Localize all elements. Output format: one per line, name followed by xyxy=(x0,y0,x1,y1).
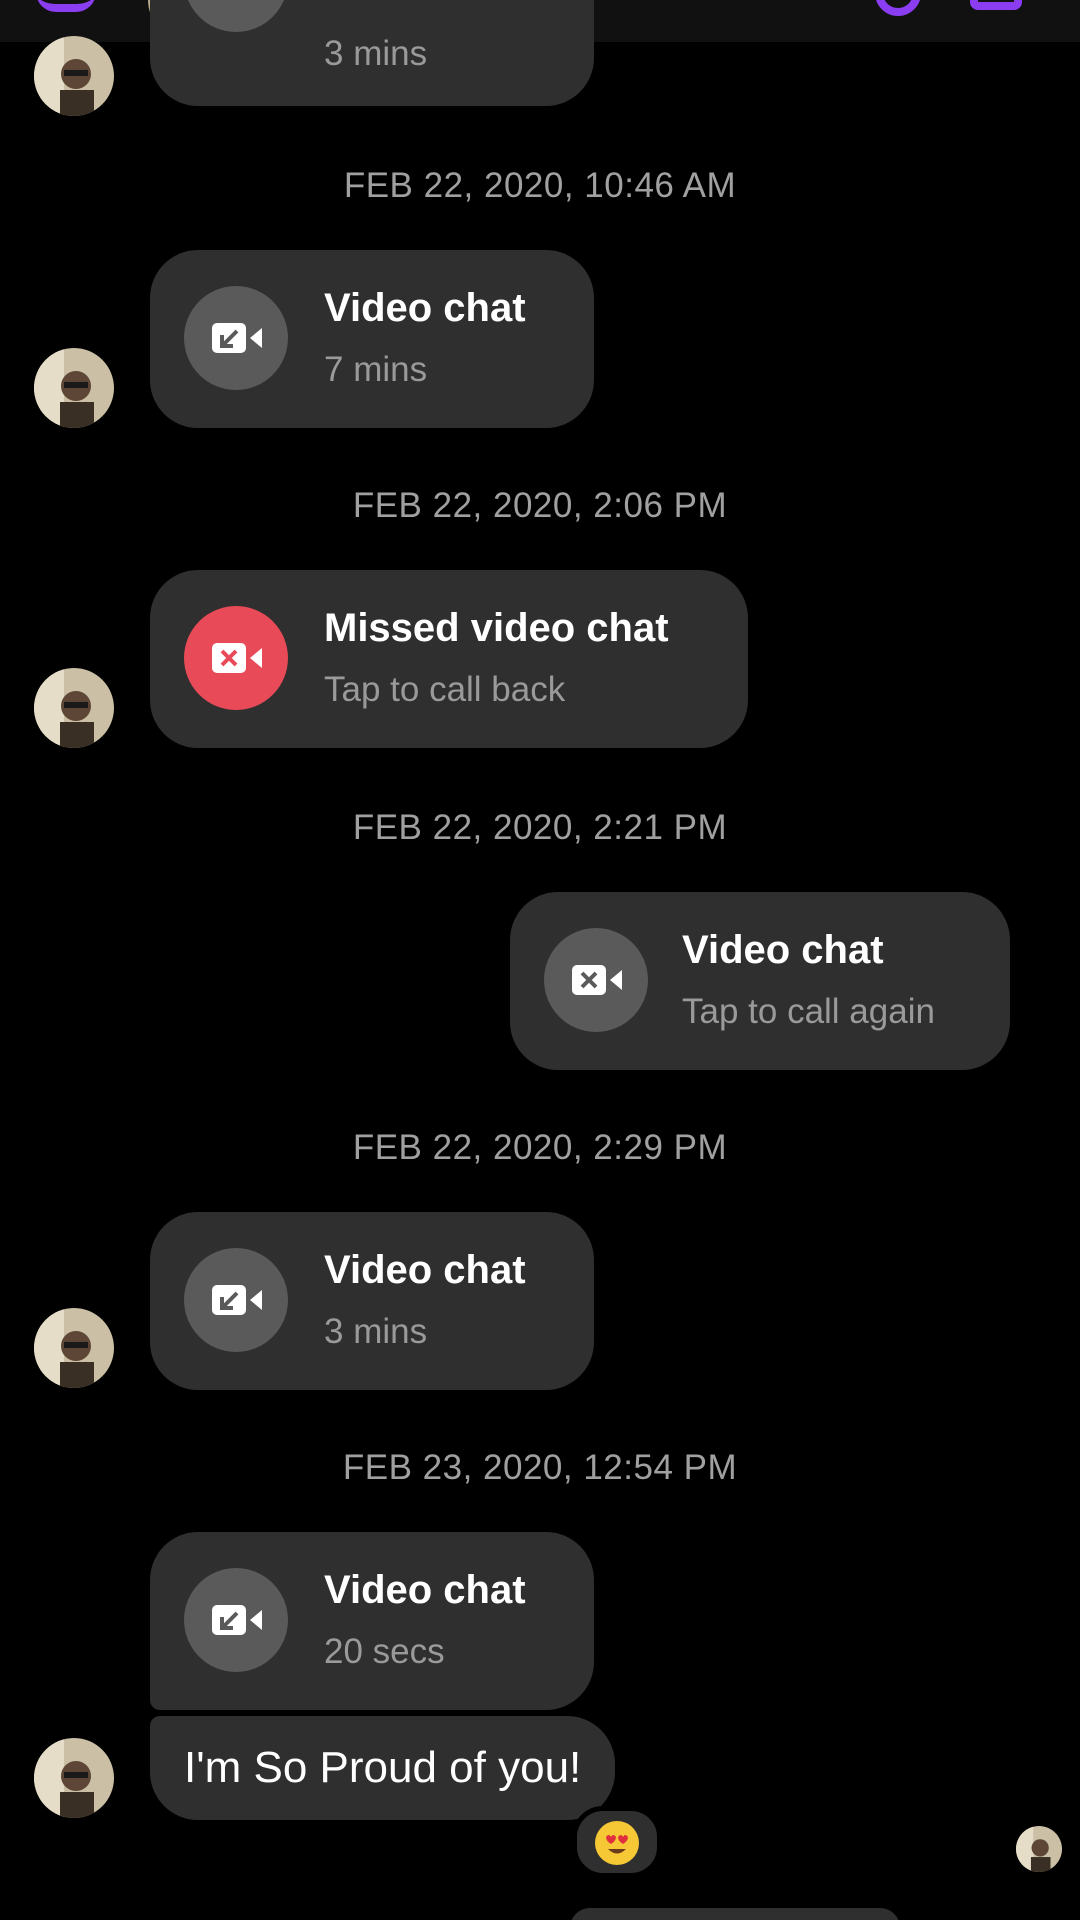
next-message-partial[interactable] xyxy=(570,1908,900,1920)
audio-call-icon[interactable] xyxy=(875,0,921,16)
call-duration: 3 mins xyxy=(324,34,428,73)
contact-avatar[interactable] xyxy=(34,36,114,116)
message-reaction[interactable] xyxy=(572,1806,662,1878)
chat-screen: 3 mins FEB 22, 2020, 10:46 AM Video chat… xyxy=(0,0,1080,1920)
contact-avatar[interactable] xyxy=(34,668,114,748)
call-title: Video chat xyxy=(324,1248,526,1292)
outgoing-call-bubble[interactable]: Video chat Tap to call again xyxy=(510,892,1010,1070)
video-camera-missed-icon xyxy=(184,606,288,710)
call-duration: 3 mins xyxy=(324,1312,428,1351)
contact-avatar[interactable] xyxy=(34,348,114,428)
video-camera-missed-icon xyxy=(544,928,648,1032)
call-title: Video chat xyxy=(682,928,884,972)
contact-avatar[interactable] xyxy=(34,1738,114,1818)
read-receipt-avatar xyxy=(1016,1826,1062,1872)
call-title: Video chat xyxy=(324,1568,526,1612)
call-bubble[interactable]: Video chat 7 mins xyxy=(150,250,594,428)
timestamp: FEB 22, 2020, 10:46 AM xyxy=(343,166,737,205)
call-back-hint: Tap to call back xyxy=(324,670,566,709)
video-camera-incoming-icon xyxy=(184,1568,288,1672)
contact-avatar[interactable] xyxy=(34,1308,114,1388)
call-bubble[interactable]: Video chat 3 mins xyxy=(150,1212,594,1390)
video-camera-incoming-icon xyxy=(184,286,288,390)
text-message[interactable]: I'm So Proud of you! xyxy=(150,1716,616,1820)
heart-eyes-emoji xyxy=(595,1821,639,1865)
call-again-hint: Tap to call again xyxy=(682,992,935,1031)
timestamp: FEB 22, 2020, 2:06 PM xyxy=(352,486,728,525)
call-bubble[interactable]: Video chat 20 secs xyxy=(150,1532,594,1710)
video-camera-incoming-icon xyxy=(184,0,288,32)
timestamp: FEB 23, 2020, 12:54 PM xyxy=(342,1448,738,1487)
timestamp: FEB 22, 2020, 2:21 PM xyxy=(352,808,728,847)
video-call-icon[interactable] xyxy=(970,0,1022,10)
call-title: Video chat xyxy=(324,286,526,330)
video-camera-incoming-icon xyxy=(184,1248,288,1352)
call-bubble-partial[interactable]: 3 mins xyxy=(150,0,594,106)
call-title: Missed video chat xyxy=(324,606,669,650)
call-duration: 20 secs xyxy=(324,1632,445,1671)
back-arrow-icon[interactable] xyxy=(36,0,96,12)
call-duration: 7 mins xyxy=(324,350,428,389)
missed-call-bubble[interactable]: Missed video chat Tap to call back xyxy=(150,570,748,748)
timestamp: FEB 22, 2020, 2:29 PM xyxy=(352,1128,728,1167)
